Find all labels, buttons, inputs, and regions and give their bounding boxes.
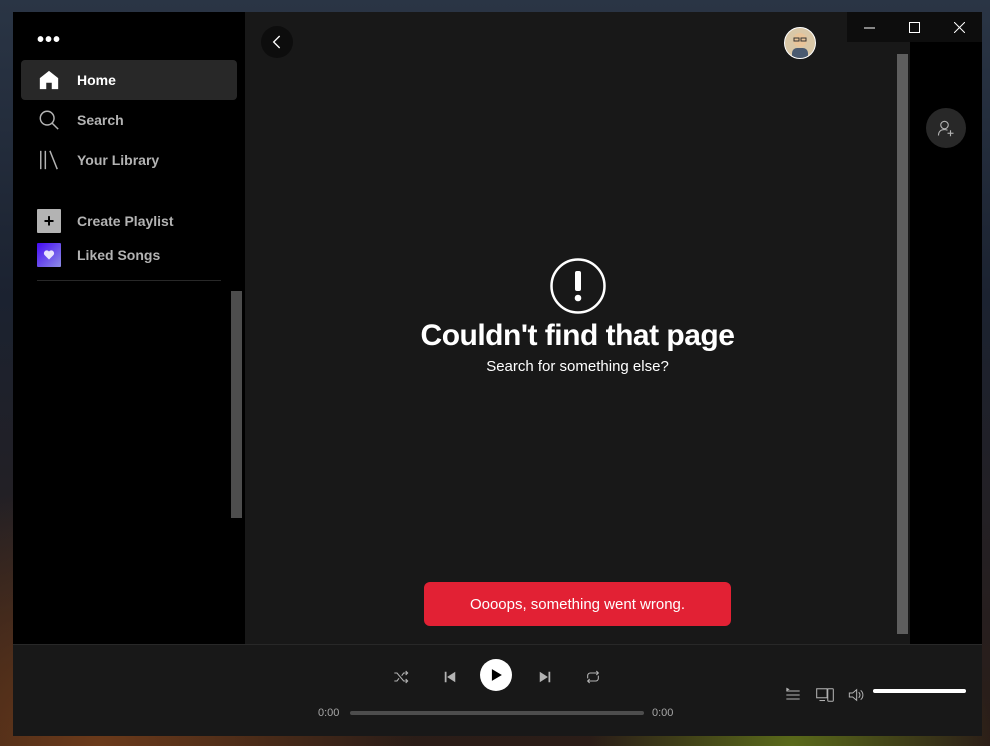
minimize-icon	[864, 27, 875, 28]
previous-button[interactable]	[440, 667, 460, 687]
skip-forward-icon	[539, 671, 551, 683]
queue-button[interactable]	[783, 685, 803, 705]
close-button[interactable]	[937, 12, 982, 42]
sidebar-divider	[37, 280, 221, 281]
sidebar-item-library[interactable]: Your Library	[21, 140, 237, 180]
shuffle-icon	[394, 670, 409, 684]
skip-back-icon	[444, 671, 456, 683]
add-user-icon	[937, 120, 954, 137]
repeat-icon	[586, 670, 600, 684]
error-subtitle: Search for something else?	[486, 358, 669, 375]
error-toast: Oooops, something went wrong.	[424, 582, 731, 626]
repeat-button[interactable]	[583, 667, 603, 687]
create-playlist-button[interactable]: + Create Playlist	[37, 209, 174, 233]
player-bar: 0:00 0:00	[13, 644, 982, 736]
create-playlist-label: Create Playlist	[77, 213, 174, 229]
friend-activity-panel	[910, 12, 982, 644]
home-icon	[37, 68, 61, 92]
volume-button[interactable]	[846, 685, 866, 705]
next-button[interactable]	[535, 667, 555, 687]
app-window: ••• Home Search Your Library + Create Pl…	[13, 12, 982, 736]
back-button[interactable]	[261, 26, 293, 58]
exclamation-icon	[549, 258, 606, 314]
minimize-button[interactable]	[847, 12, 892, 42]
sidebar-item-home[interactable]: Home	[21, 60, 237, 100]
liked-songs-label: Liked Songs	[77, 247, 161, 263]
volume-icon	[848, 688, 864, 702]
error-title: Couldn't find that page	[420, 319, 735, 352]
liked-songs-button[interactable]: Liked Songs	[37, 243, 160, 267]
main-scrollbar[interactable]	[897, 54, 908, 634]
close-icon	[954, 21, 965, 33]
volume-slider[interactable]	[873, 689, 966, 693]
maximize-button[interactable]	[892, 12, 937, 42]
menu-dots-button[interactable]: •••	[37, 30, 61, 50]
maximize-icon	[909, 21, 920, 33]
shuffle-button[interactable]	[391, 667, 411, 687]
progress-bar[interactable]	[350, 711, 644, 715]
heart-icon	[37, 243, 61, 267]
sidebar-scrollbar[interactable]	[231, 291, 242, 518]
sidebar-item-label: Home	[77, 72, 116, 88]
duration-time: 0:00	[652, 707, 674, 719]
play-button[interactable]	[480, 659, 512, 691]
library-icon	[37, 148, 61, 172]
main-view: Couldn't find that page Search for somet…	[245, 12, 910, 644]
plus-icon: +	[37, 209, 61, 233]
sidebar: ••• Home Search Your Library + Create Pl…	[13, 12, 245, 644]
sidebar-item-search[interactable]: Search	[21, 100, 237, 140]
window-controls	[847, 12, 982, 42]
elapsed-time: 0:00	[318, 707, 340, 719]
connect-device-button[interactable]	[815, 685, 835, 705]
error-panel: Couldn't find that page Search for somet…	[245, 258, 910, 375]
avatar[interactable]	[784, 27, 816, 59]
play-icon	[491, 669, 502, 681]
sidebar-item-label: Search	[77, 112, 124, 128]
volume-fill	[873, 689, 966, 693]
search-icon	[37, 108, 61, 132]
chevron-left-icon	[272, 35, 281, 49]
add-friend-button[interactable]	[926, 108, 966, 148]
devices-icon	[816, 688, 834, 702]
sidebar-item-label: Your Library	[77, 152, 160, 168]
queue-icon	[786, 687, 800, 700]
